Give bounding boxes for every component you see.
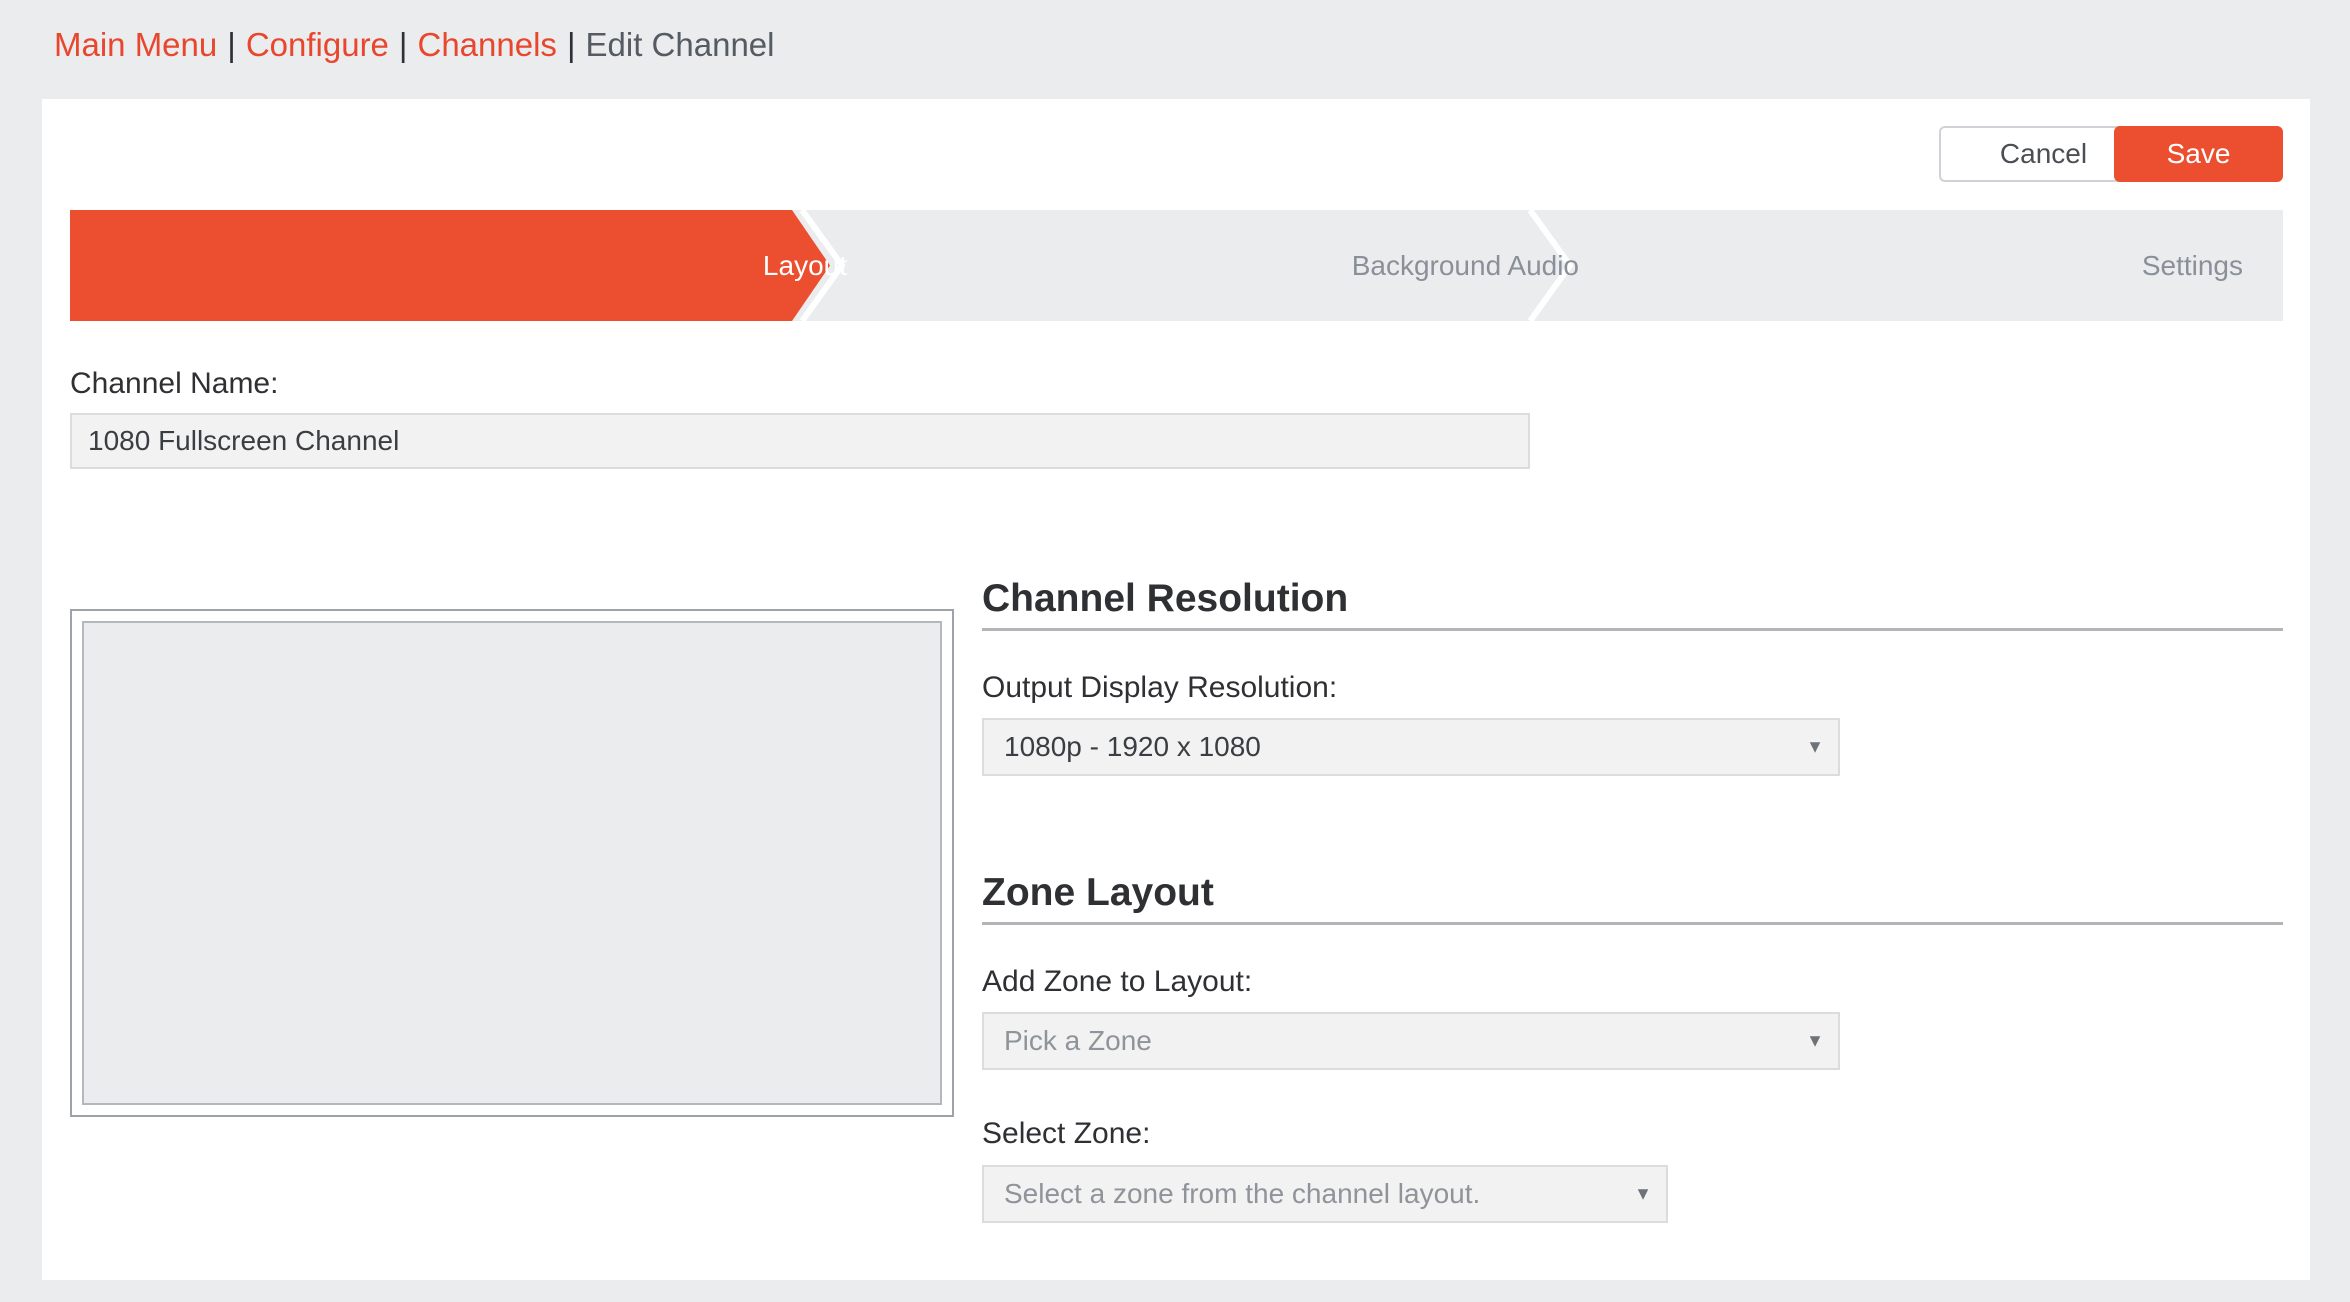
select-zone-placeholder: Select a zone from the channel layout. <box>1004 1178 1481 1209</box>
channel-resolution-heading: Channel Resolution <box>982 577 1349 620</box>
breadcrumb-configure[interactable]: Configure <box>246 26 389 63</box>
breadcrumb-current: Edit Channel <box>585 26 775 63</box>
chevron-down-icon: ▼ <box>1634 1183 1652 1204</box>
chevron-down-icon: ▼ <box>1806 736 1824 757</box>
add-zone-select[interactable]: Pick a Zone ▼ <box>982 1012 1840 1070</box>
breadcrumb: Main Menu | Configure | Channels | Edit Channe… <box>54 22 774 68</box>
output-resolution-select[interactable]: 1080p - 1920 x 1080 ▼ <box>982 718 1840 776</box>
section-divider <box>982 922 2283 925</box>
add-zone-placeholder: Pick a Zone <box>1004 1025 1152 1056</box>
select-zone-select[interactable]: Select a zone from the channel layout. ▼ <box>982 1165 1668 1223</box>
layout-preview <box>70 609 954 1117</box>
step-background-audio[interactable]: Background Audio <box>1352 210 1579 321</box>
breadcrumb-separator: | <box>227 26 236 63</box>
zone-layout-heading: Zone Layout <box>982 871 1214 914</box>
step-layout[interactable]: Layout <box>763 210 847 321</box>
breadcrumb-separator: | <box>398 26 408 63</box>
chevron-down-icon: ▼ <box>1806 1030 1824 1051</box>
wizard-steps: Layout Background Audio Settings <box>70 210 2283 321</box>
output-resolution-value: 1080p - 1920 x 1080 <box>1004 731 1261 762</box>
output-resolution-label: Output Display Resolution: <box>982 671 1338 704</box>
breadcrumb-separator: | <box>566 26 576 63</box>
channel-name-input[interactable] <box>70 413 1530 469</box>
select-zone-label: Select Zone: <box>982 1117 1151 1150</box>
channel-name-label: Channel Name: <box>70 367 279 400</box>
add-zone-label: Add Zone to Layout: <box>982 965 1253 998</box>
wizard-background <box>70 210 2283 321</box>
edit-channel-panel: Cancel Save Layout Background Audio Sett… <box>42 99 2310 1280</box>
step-settings[interactable]: Settings <box>2142 210 2243 321</box>
save-button[interactable]: Save <box>2114 126 2283 182</box>
breadcrumb-channels[interactable]: Channels <box>418 26 557 63</box>
step-layout-arrow[interactable] <box>70 210 830 321</box>
layout-canvas[interactable] <box>82 621 942 1105</box>
section-divider <box>982 628 2283 631</box>
breadcrumb-main-menu[interactable]: Main Menu <box>54 26 217 63</box>
